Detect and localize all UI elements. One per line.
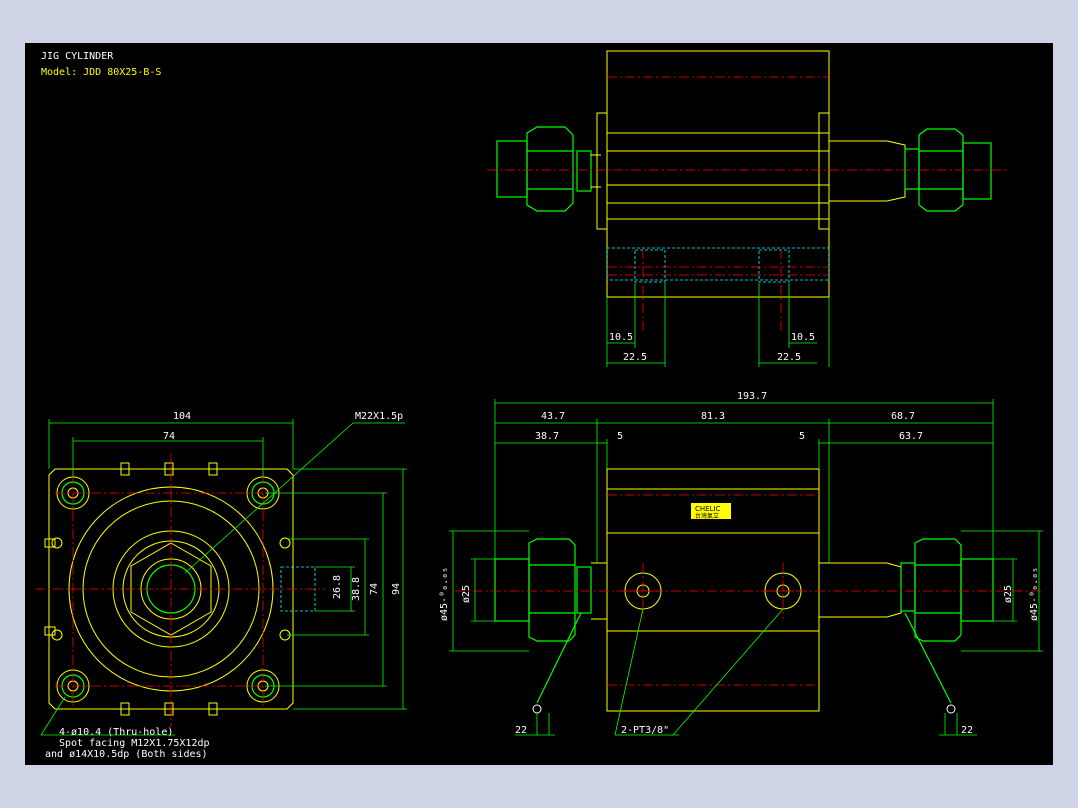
dim-front-38-8: 38.8 (351, 577, 362, 601)
holes-callout-line1: 4-ø10.4 (Thru-hole) (59, 727, 173, 738)
dim-top-right-10-5: 10.5 (791, 332, 815, 343)
dim-right-d45: ø45-⁰₀.₀₅ (1029, 567, 1040, 621)
thread-callout: M22X1.5p (355, 411, 403, 422)
dim-front-94: 94 (391, 583, 402, 595)
dim-right-5: 5 (799, 431, 805, 442)
top-body (606, 50, 830, 298)
dim-bottom-left-22: 22 (515, 725, 527, 736)
top-view: 10.5 22.5 10.5 22.5 (487, 50, 1007, 367)
model-label: Model: JDD 80X25-B-S (41, 67, 161, 78)
dim-left-38-7: 38.7 (535, 431, 559, 442)
side-view: CHELIC 台灣氣立 193.7 43.7 81.3 68.7 38.7 5 … (439, 391, 1043, 736)
holes-callout-line3: and ø14X10.5dp (Both sides) (45, 749, 208, 760)
dim-bottom-right-22: 22 (961, 725, 973, 736)
ports-callout: 2-PT3/8" (621, 725, 669, 736)
dim-mid-81-3: 81.3 (701, 411, 725, 422)
drawing-title: JIG CYLINDER (41, 51, 114, 62)
dim-top-right-22-5: 22.5 (777, 352, 801, 363)
holes-callout-line2: Spot facing M12X1.75X12dp (59, 738, 210, 749)
dim-top-left-10-5: 10.5 (609, 332, 633, 343)
dim-top-left-22-5: 22.5 (623, 352, 647, 363)
dim-front-74v: 74 (369, 583, 380, 595)
cad-drawing: JIG CYLINDER Model: JDD 80X25-B-S 10.5 2… (35, 50, 1043, 760)
dim-front-26-8: 26.8 (332, 575, 343, 599)
front-view: 104 74 26.8 38.8 74 94 M22X1.5p 4-ø10.4 … (35, 411, 407, 760)
logo-text: CHELIC (695, 505, 721, 513)
dim-left-5: 5 (617, 431, 623, 442)
dim-front-104: 104 (173, 411, 191, 422)
left-hex-nut (526, 126, 574, 212)
dim-left-d25: ø25 (461, 585, 472, 603)
dim-right-63-7: 63.7 (899, 431, 923, 442)
logo-sub: 台灣氣立 (695, 512, 719, 520)
drawing-canvas: JIG CYLINDER Model: JDD 80X25-B-S 10.5 2… (25, 43, 1053, 765)
dim-left-43-7: 43.7 (541, 411, 565, 422)
dim-overall-193-7: 193.7 (737, 391, 767, 402)
side-left-nut (528, 538, 576, 642)
dim-right-d25: ø25 (1003, 585, 1014, 603)
dim-front-74: 74 (163, 431, 175, 442)
side-right-nut (914, 538, 962, 642)
dim-left-d45: ø45-⁰₀.₀₅ (439, 567, 450, 621)
dim-right-68-7: 68.7 (891, 411, 915, 422)
